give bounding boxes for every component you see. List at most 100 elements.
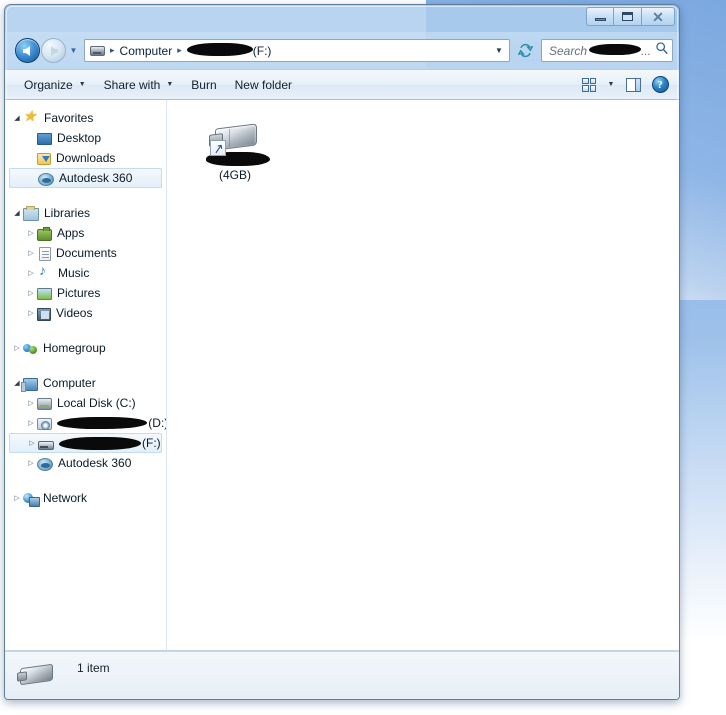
search-box[interactable]: Search ... xyxy=(541,39,673,62)
new-folder-button[interactable]: New folder xyxy=(226,74,301,96)
videos-icon xyxy=(37,307,51,321)
cloud-icon xyxy=(37,457,53,471)
sidebar-item-computer[interactable]: ◢ Computer xyxy=(5,373,166,393)
sidebar-label-autodesk-360-computer: Autodesk 360 xyxy=(58,456,132,470)
explorer-window: ✕ ▼ ▸ Computer ▸ (F:) ▼ Search ... Organ… xyxy=(4,4,680,700)
sidebar-item-favorites[interactable]: ◢ Favorites xyxy=(5,108,166,128)
breadcrumb-drive-letter[interactable]: (F:) xyxy=(253,44,272,58)
search-placeholder-text: Search xyxy=(549,43,588,58)
usb-icon xyxy=(38,440,54,450)
sidebar-label-apps: Apps xyxy=(57,226,85,240)
status-item-count: 1 item xyxy=(77,661,110,675)
preview-pane-button[interactable] xyxy=(621,74,645,96)
twisty-collapsed-icon[interactable]: ▷ xyxy=(25,249,37,257)
sidebar-item-desktop[interactable]: Desktop xyxy=(5,128,166,148)
minimize-button[interactable] xyxy=(586,7,614,26)
maximize-button[interactable] xyxy=(614,7,642,26)
sidebar-label-documents: Documents xyxy=(56,246,117,260)
sidebar-item-libraries[interactable]: ◢ Libraries xyxy=(5,203,166,223)
sidebar-label-local-disk-c: Local Disk (C:) xyxy=(57,396,136,410)
twisty-collapsed-icon[interactable]: ▷ xyxy=(11,344,23,352)
star-icon xyxy=(23,110,39,126)
address-bar[interactable]: ▸ Computer ▸ (F:) ▼ xyxy=(84,39,510,62)
twisty-expanded-icon[interactable]: ◢ xyxy=(11,114,23,122)
sidebar-item-apps[interactable]: ▷ Apps xyxy=(5,223,166,243)
share-with-button[interactable]: Share with ▼ xyxy=(95,74,183,96)
sidebar-item-downloads[interactable]: Downloads xyxy=(5,148,166,168)
refresh-icon xyxy=(517,43,533,58)
status-usb-connector-shape xyxy=(17,670,27,682)
twisty-collapsed-icon[interactable]: ▷ xyxy=(25,459,37,467)
pictures-icon xyxy=(37,288,52,300)
breadcrumb-separator-2: ▸ xyxy=(177,45,182,55)
sidebar-item-music[interactable]: ▷ Music xyxy=(5,263,166,283)
sidebar-item-autodesk-360-favorite[interactable]: Autodesk 360 xyxy=(9,168,162,188)
sidebar-label-desktop: Desktop xyxy=(57,131,102,145)
burn-button[interactable]: Burn xyxy=(182,74,225,96)
hdd-icon xyxy=(37,398,52,410)
organize-caret-icon: ▼ xyxy=(78,81,86,88)
file-list-pane[interactable]: ↗ (4GB) xyxy=(167,100,679,650)
preview-pane-icon xyxy=(625,77,641,92)
forward-button[interactable] xyxy=(41,38,66,63)
breadcrumb-computer[interactable]: Computer xyxy=(120,44,173,58)
twisty-collapsed-icon[interactable]: ▷ xyxy=(25,419,37,427)
organize-label: Organize xyxy=(24,77,73,92)
nav-group-computer: ◢ Computer ▷ Local Disk (C:) ▷ (D:) xyxy=(5,373,166,473)
views-grid-icon xyxy=(582,77,596,92)
sidebar-label-drive-f: (F:) xyxy=(142,436,161,450)
recent-pages-button[interactable]: ▼ xyxy=(67,46,80,55)
twisty-collapsed-icon[interactable]: ▷ xyxy=(25,269,37,277)
new-folder-label: New folder xyxy=(234,77,292,92)
music-icon xyxy=(37,265,53,281)
sidebar-label-drive-d: (D:) xyxy=(148,416,166,430)
close-icon: ✕ xyxy=(652,8,664,25)
refresh-button[interactable] xyxy=(513,39,537,62)
sidebar-drive-f-name-redacted xyxy=(59,436,141,450)
sidebar-item-drive-f[interactable]: ▷ (F:) xyxy=(9,433,162,453)
file-list-item[interactable]: ↗ (4GB) xyxy=(189,114,281,182)
navigation-buttons xyxy=(15,38,66,63)
cloud-icon xyxy=(38,172,54,186)
search-icon xyxy=(655,41,669,60)
apps-icon xyxy=(37,226,52,241)
search-placeholder-ellipsis: ... xyxy=(641,43,652,58)
close-button[interactable]: ✕ xyxy=(642,7,675,26)
sidebar-item-pictures[interactable]: ▷ Pictures xyxy=(5,283,166,303)
change-view-caret-icon[interactable]: ▼ xyxy=(604,81,618,88)
sidebar-label-favorites: Favorites xyxy=(44,111,94,125)
desktop-icon xyxy=(37,133,52,145)
minimize-icon xyxy=(594,18,606,21)
twisty-collapsed-icon[interactable]: ▷ xyxy=(25,229,37,237)
sidebar-item-network[interactable]: ▷ Network xyxy=(5,488,166,508)
help-button[interactable]: ? xyxy=(648,74,672,96)
window-controls: ✕ xyxy=(586,7,675,27)
nav-group-homegroup: ▷ Homegroup xyxy=(5,338,166,358)
search-scope-redacted xyxy=(589,44,642,55)
twisty-collapsed-icon[interactable]: ▷ xyxy=(11,494,23,502)
sidebar-item-local-disk-c[interactable]: ▷ Local Disk (C:) xyxy=(5,393,166,413)
twisty-expanded-icon[interactable]: ◢ xyxy=(11,209,23,217)
twisty-collapsed-icon[interactable]: ▷ xyxy=(25,399,37,407)
sidebar-item-drive-d[interactable]: ▷ (D:) xyxy=(5,413,166,433)
sidebar-item-documents[interactable]: ▷ Documents xyxy=(5,243,166,263)
nav-group-network: ▷ Network xyxy=(5,488,166,508)
organize-button[interactable]: Organize ▼ xyxy=(15,74,95,96)
share-with-caret-icon: ▼ xyxy=(166,81,174,88)
back-button[interactable] xyxy=(15,38,40,63)
nav-group-favorites: ◢ Favorites Desktop Downloads Autodesk 3… xyxy=(5,108,166,188)
twisty-collapsed-icon[interactable]: ▷ xyxy=(25,289,37,297)
title-bar[interactable]: ✕ xyxy=(5,5,679,32)
navigation-pane[interactable]: ◢ Favorites Desktop Downloads Autodesk 3… xyxy=(5,100,167,650)
sidebar-item-autodesk-360-computer[interactable]: ▷ Autodesk 360 xyxy=(5,453,166,473)
sidebar-label-downloads: Downloads xyxy=(56,151,116,165)
address-dropdown-button[interactable]: ▼ xyxy=(491,46,507,55)
sidebar-item-homegroup[interactable]: ▷ Homegroup xyxy=(5,338,166,358)
address-drive-icon xyxy=(90,45,105,56)
twisty-collapsed-icon[interactable]: ▷ xyxy=(26,439,38,447)
twisty-collapsed-icon[interactable]: ▷ xyxy=(25,309,37,317)
command-bar: Organize ▼ Share with ▼ Burn New folder … xyxy=(5,69,679,100)
change-view-button[interactable] xyxy=(577,74,601,96)
sidebar-label-network: Network xyxy=(43,491,88,505)
sidebar-item-videos[interactable]: ▷ Videos xyxy=(5,303,166,323)
